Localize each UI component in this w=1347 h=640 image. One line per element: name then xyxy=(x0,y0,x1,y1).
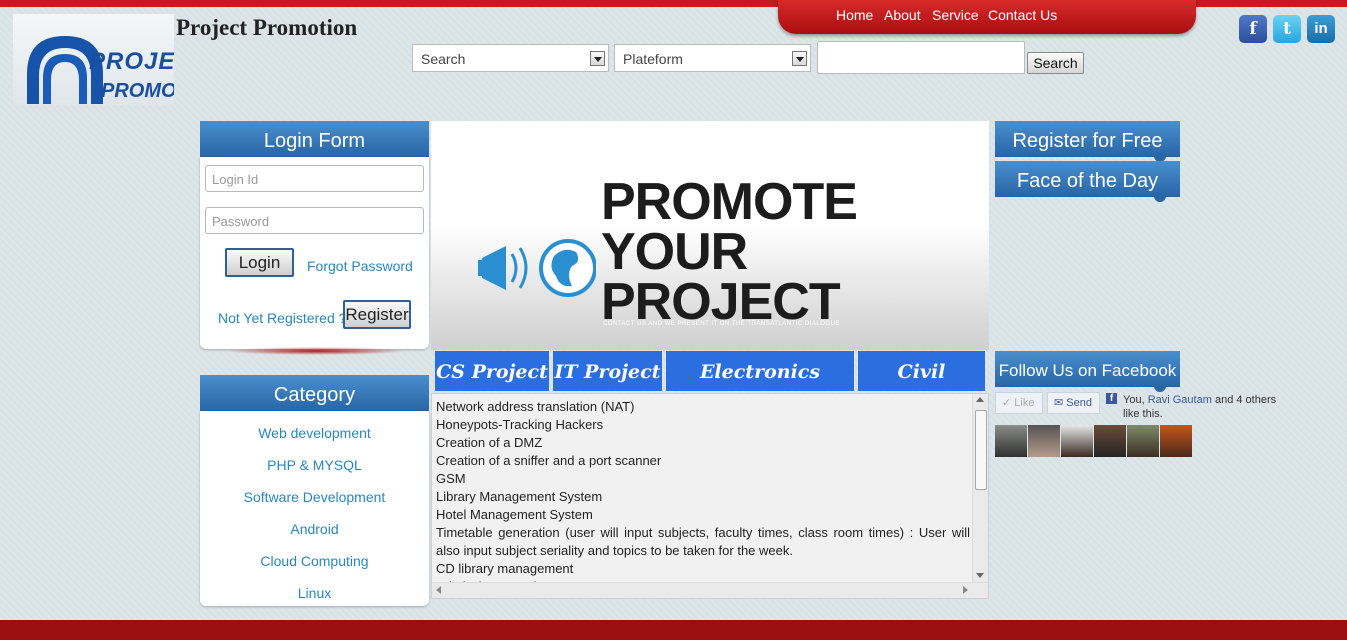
footer-bar xyxy=(0,620,1347,640)
category-item[interactable]: PHP & MYSQL xyxy=(200,457,429,473)
avatar[interactable] xyxy=(995,425,1027,457)
project-items: Network address translation (NAT) Honeyp… xyxy=(436,398,970,596)
forgot-password-link[interactable]: Forgot Password xyxy=(307,258,413,274)
top-nav: Home About Service Contact Us xyxy=(778,0,1196,34)
scroll-thumb[interactable] xyxy=(975,410,987,490)
scroll-left-icon[interactable] xyxy=(436,586,441,594)
project-list[interactable]: Network address translation (NAT) Honeyp… xyxy=(431,393,989,599)
category-item[interactable]: Software Development xyxy=(200,489,429,505)
login-panel: Login Id Password Login Forgot Password … xyxy=(200,157,429,349)
avatar[interactable] xyxy=(1127,425,1159,457)
list-item[interactable]: GSM xyxy=(436,470,970,488)
search-type-select[interactable]: Search xyxy=(412,44,609,72)
panel-shadow xyxy=(226,347,406,355)
send-button[interactable]: ✉ Send xyxy=(1047,392,1100,414)
login-id-field[interactable]: Login Id xyxy=(205,165,424,192)
nav-contact[interactable]: Contact Us xyxy=(988,7,1057,23)
avatar[interactable] xyxy=(1028,425,1060,457)
banner-line: PROMOTE xyxy=(601,173,858,231)
category-item[interactable]: Cloud Computing xyxy=(200,553,429,569)
chevron-down-icon xyxy=(792,51,807,66)
nav-home[interactable]: Home xyxy=(836,7,873,23)
megaphone-globe-icon xyxy=(478,239,596,297)
facebook-icon[interactable]: f xyxy=(1239,15,1267,43)
list-item[interactable]: CD library management xyxy=(436,560,970,578)
tab-it-project[interactable]: IT Project xyxy=(553,351,662,391)
login-id-placeholder: Login Id xyxy=(212,172,259,187)
site-title: Project Promotion xyxy=(176,15,358,40)
password-field[interactable]: Password xyxy=(205,207,424,234)
login-button[interactable]: Login xyxy=(225,248,294,277)
follow-facebook-title[interactable]: Follow Us on Facebook xyxy=(995,351,1180,392)
horizontal-scrollbar[interactable] xyxy=(432,582,988,598)
search-button[interactable]: Search xyxy=(1027,52,1084,74)
category-item[interactable]: Web development xyxy=(200,425,429,441)
like-label: Like xyxy=(1014,397,1035,409)
banner-headline: PROMOTE YOUR PROJECT xyxy=(601,173,858,331)
vertical-scrollbar[interactable] xyxy=(972,394,988,582)
scroll-down-icon[interactable] xyxy=(976,573,984,578)
likes-summary: You, Ravi Gautam and 4 others like this. xyxy=(1123,393,1283,421)
list-item[interactable]: Honeypots-Tracking Hackers xyxy=(436,416,970,434)
facebook-small-icon: f xyxy=(1106,393,1117,404)
list-item[interactable]: Creation of a sniffer and a port scanner xyxy=(436,452,970,470)
category-panel: Web development PHP & MYSQL Software Dev… xyxy=(200,411,429,606)
logo-text-top: PROJEC xyxy=(89,48,174,75)
linkedin-icon[interactable]: in xyxy=(1307,15,1335,43)
register-free-button[interactable]: Register for Free xyxy=(995,121,1180,162)
list-item[interactable]: Creation of a DMZ xyxy=(436,434,970,452)
facepile xyxy=(995,425,1193,457)
like-button[interactable]: ✓ Like xyxy=(995,392,1043,414)
list-item[interactable]: Network address translation (NAT) xyxy=(436,398,970,416)
login-form-title: Login Form xyxy=(200,121,429,162)
register-button[interactable]: Register xyxy=(343,300,411,329)
password-placeholder: Password xyxy=(212,214,270,229)
site-logo[interactable]: PROJEC PROMOT xyxy=(13,14,174,105)
scroll-right-icon[interactable] xyxy=(963,586,968,594)
banner-line: YOUR xyxy=(601,223,748,281)
category-item[interactable]: Linux xyxy=(200,585,429,601)
list-item[interactable]: Library Management System xyxy=(436,488,970,506)
avatar[interactable] xyxy=(1160,425,1192,457)
promo-banner: PROMOTE YOUR PROJECT CONTACT US AND WE P… xyxy=(431,121,989,350)
category-item[interactable]: Android xyxy=(200,521,429,537)
avatar[interactable] xyxy=(1061,425,1093,457)
search-type-value: Search xyxy=(421,51,466,67)
send-icon: ✉ xyxy=(1054,397,1064,409)
tab-cs-project[interactable]: CS Project xyxy=(435,351,549,391)
banner-line: PROJECT xyxy=(601,273,841,331)
platform-value: Plateform xyxy=(623,51,683,67)
likes-name-link[interactable]: Ravi Gautam xyxy=(1148,394,1212,406)
twitter-icon[interactable]: t xyxy=(1273,15,1301,43)
likes-prefix: You, xyxy=(1123,394,1145,406)
thumbs-up-icon: ✓ xyxy=(1002,397,1012,409)
face-of-day-button[interactable]: Face of the Day xyxy=(995,161,1180,202)
scroll-up-icon[interactable] xyxy=(976,397,984,402)
list-item[interactable]: Hotel Management System xyxy=(436,506,970,524)
tab-electronics-project[interactable]: Electronics Project xyxy=(666,351,854,425)
nav-about[interactable]: About xyxy=(884,7,921,23)
send-label: Send xyxy=(1066,397,1092,409)
tab-civil-project[interactable]: Civil Project xyxy=(858,351,985,425)
nav-service[interactable]: Service xyxy=(932,7,979,23)
not-registered-label: Not Yet Registered ? xyxy=(218,310,347,326)
search-input[interactable] xyxy=(817,41,1025,74)
chevron-down-icon xyxy=(590,51,605,66)
avatar[interactable] xyxy=(1094,425,1126,457)
logo-text-bottom: PROMOT xyxy=(101,80,174,102)
list-item[interactable]: Timetable generation (user will input su… xyxy=(436,524,970,560)
platform-select[interactable]: Plateform xyxy=(614,44,811,72)
category-title: Category xyxy=(200,375,429,416)
banner-caption: CONTACT US AND WE PRESENT IT ON THE TRAN… xyxy=(603,321,840,327)
